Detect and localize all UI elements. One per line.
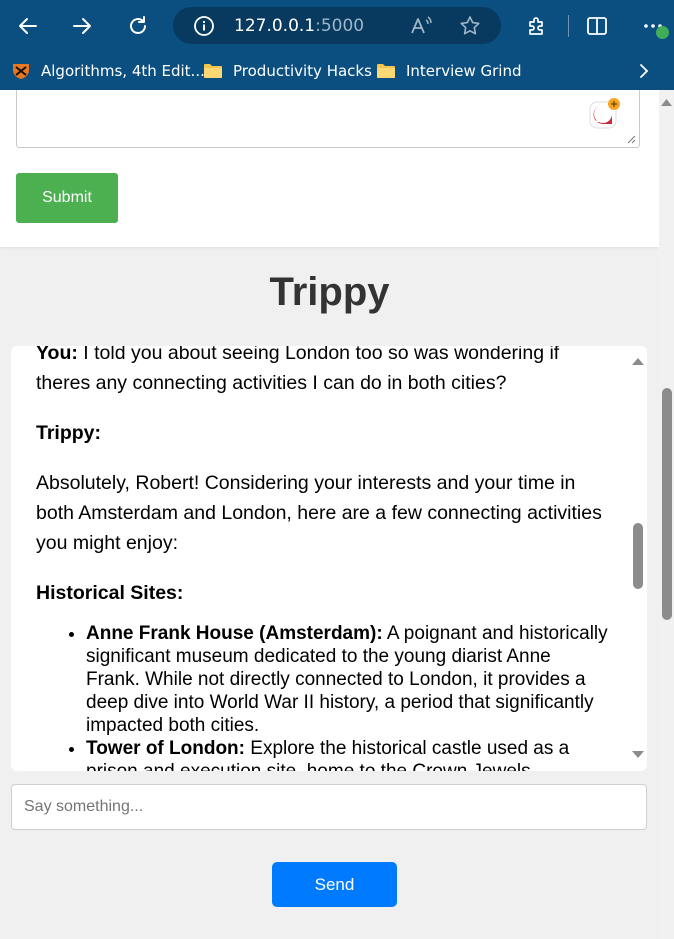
bookmark-label: Algorithms, 4th Edit... [41,62,205,80]
bot-label-line: Trippy: [36,418,608,448]
folder-icon [376,62,396,80]
activity-list: Anne Frank House (Amsterdam): A poignant… [36,622,608,771]
refresh-button[interactable] [122,10,154,42]
page-viewport: 1 Submit Trippy You: I told you about se… [0,90,659,939]
list-item: Anne Frank House (Amsterdam): A poignant… [86,622,608,737]
chevron-right-icon [640,64,649,78]
section-heading: Historical Sites: [36,578,608,608]
scroll-up-arrow-icon[interactable] [632,357,644,365]
user-message: You: I told you about seeing London too … [36,346,608,398]
list-item-title: Tower of London: [86,738,245,759]
scroll-down-arrow-icon[interactable] [632,751,644,759]
trippy-label: Trippy: [36,422,102,444]
forward-arrow-icon [73,18,91,34]
chat-scrollbar[interactable] [629,346,647,771]
folder-icon [203,62,223,80]
browser-toolbar: 127.0.0.1:5000 [0,0,674,52]
url-host: 127.0.0.1 [234,16,316,36]
favorite-star-icon[interactable] [458,14,482,43]
bookmarks-bar: Algorithms, 4th Edit... Productivity Hac… [0,52,674,90]
form-card: 1 Submit [0,90,659,247]
section-heading-text: Historical Sites: [36,582,184,604]
toolbar-divider [568,15,569,37]
message-textarea[interactable] [16,90,640,148]
page-title: Trippy [269,270,390,314]
split-screen-button[interactable] [581,10,613,42]
bookmark-interview-grind[interactable]: Interview Grind [376,61,522,81]
bot-reply-intro: Absolutely, Robert! Considering your int… [36,472,602,554]
refresh-icon [130,16,146,34]
site-info-icon[interactable] [193,15,215,42]
you-label: You: [36,346,78,364]
grammar-extension-badge[interactable]: 1 [588,96,620,129]
split-screen-icon [587,17,607,35]
bookmarks-overflow-button[interactable] [636,61,652,81]
bookmark-algorithms[interactable]: Algorithms, 4th Edit... [11,61,205,81]
user-message-text: I told you about seeing London too so wa… [36,346,560,394]
chat-content: You: I told you about seeing London too … [36,346,608,771]
chat-log[interactable]: You: I told you about seeing London too … [11,346,647,771]
puzzle-piece-icon [529,17,543,35]
list-item: Tower of London: Explore the historical … [86,737,608,771]
forward-button[interactable] [66,10,98,42]
read-aloud-icon[interactable] [409,14,433,43]
extension-badge-count: 1 [595,109,604,126]
chat-input[interactable] [11,784,647,830]
page-scrollbar-thumb[interactable] [662,388,672,620]
back-arrow-icon [19,18,37,34]
bookmark-label: Productivity Hacks [233,62,372,80]
extension-badge-icon [589,98,620,129]
chat-scrollbar-thumb[interactable] [633,523,643,589]
page-scrollbar[interactable] [659,90,674,939]
send-button[interactable]: Send [272,862,397,907]
back-button[interactable] [12,10,44,42]
bookmark-productivity-hacks[interactable]: Productivity Hacks [203,61,372,81]
bookmark-label: Interview Grind [406,62,522,80]
url-port: :5000 [315,16,365,36]
address-bar[interactable]: 127.0.0.1:5000 [173,7,501,44]
submit-button[interactable]: Submit [16,173,118,223]
scroll-up-arrow-icon[interactable] [661,99,672,106]
url-text: 127.0.0.1:5000 [234,16,364,36]
update-available-icon [656,26,669,39]
resize-handle-icon[interactable] [627,135,636,144]
princeton-shield-icon [11,61,31,81]
extensions-button[interactable] [521,10,553,42]
list-item-title: Anne Frank House (Amsterdam): [86,623,383,644]
